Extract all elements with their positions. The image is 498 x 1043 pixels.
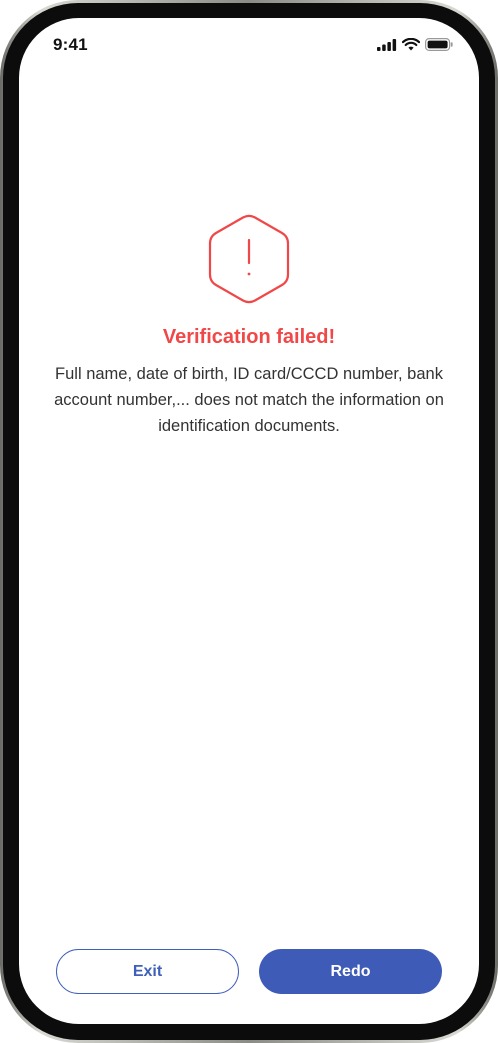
wifi-icon (401, 37, 421, 51)
phone-screen: 9:41 Verification failed! Full name, dat… (19, 18, 479, 1024)
error-title: Verification failed! (162, 326, 336, 348)
error-message: Full name, date of birth, ID card/CCCD n… (54, 365, 444, 435)
error-content: Verification failed! Full name, date of … (19, 213, 479, 439)
action-bar: Exit Redo (56, 949, 442, 994)
battery-icon (425, 38, 453, 52)
cellular-signal-icon (377, 38, 397, 51)
phone-frame: 9:41 Verification failed! Full name, dat… (0, 0, 498, 1043)
redo-button[interactable]: Redo (259, 949, 442, 994)
exit-button[interactable]: Exit (56, 949, 239, 994)
warning-hexagon-icon (208, 214, 290, 304)
status-icons (377, 37, 453, 52)
status-time: 9:41 (53, 35, 88, 54)
status-bar: 9:41 (19, 18, 479, 72)
phone-bezel: 9:41 Verification failed! Full name, dat… (3, 3, 495, 1040)
